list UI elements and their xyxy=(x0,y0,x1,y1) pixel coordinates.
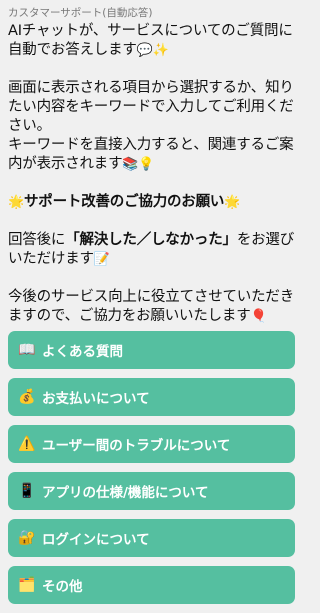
feedback-text-a: 回答後に xyxy=(8,232,66,248)
star-icon: 🌟 xyxy=(224,195,241,210)
menu-button-app-features[interactable]: 📱 アプリの仕様/機能について xyxy=(8,472,295,510)
support-request-heading: 🌟サポート改善のご協力のお願い🌟 xyxy=(8,193,297,212)
lock-key-icon: 🔐 xyxy=(18,530,36,546)
books-bulb-icon: 📚💡 xyxy=(122,157,155,172)
star-icon: 🌟 xyxy=(8,195,24,210)
menu-button-faq[interactable]: 📖 よくある質問 xyxy=(8,331,295,369)
message-paragraph-instructions: 画面に表示される項目から選択するか、知りたい内容をキーワードで入力してご利用くだ… xyxy=(8,79,297,174)
menu-button-label: ログインについて xyxy=(42,532,150,548)
message-paragraph-intro: AIチャットが、サービスについてのご質問に自動でお答えします💬✨ xyxy=(8,22,297,60)
smartphone-icon: 📱 xyxy=(18,483,36,499)
menu-button-label: お支払いについて xyxy=(42,391,150,407)
menu-button-label: よくある質問 xyxy=(42,344,123,360)
chat-screen: カスタマーサポート(自動応答) AIチャットが、サービスについてのご質問に自動で… xyxy=(0,0,303,613)
book-icon: 📖 xyxy=(18,342,36,358)
feedback-text-b: 「解決した／しなかった」 xyxy=(65,232,237,248)
balloon-icon: 🎈 xyxy=(250,309,267,324)
menu-button-label: ユーザー間のトラブルについて xyxy=(42,438,231,454)
warning-icon: ⚠️ xyxy=(18,436,36,452)
message-paragraph-feedback: 回答後に「解決した／しなかった」をお選びいただけます📝 xyxy=(8,231,297,269)
menu-button-other[interactable]: 🗂️ その他 xyxy=(8,566,295,604)
support-request-text: サポート改善のご協力のお願い xyxy=(24,194,225,210)
bot-message: AIチャットが、サービスについてのご質問に自動でお答えします💬✨ 画面に表示され… xyxy=(8,22,297,326)
quick-reply-menu: 📖 よくある質問 💰 お支払いについて ⚠️ ユーザー間のトラブルについて 📱 アプリの… xyxy=(8,331,295,613)
menu-button-label: アプリの仕様/機能について xyxy=(42,485,209,501)
memo-icon: 📝 xyxy=(93,252,110,267)
menu-button-user-trouble[interactable]: ⚠️ ユーザー間のトラブルについて xyxy=(8,425,295,463)
card-index-icon: 🗂️ xyxy=(18,577,36,593)
message-paragraph-thanks: 今後のサービス向上に役立てさせていただきますので、ご協力をお願いいたします🎈 xyxy=(8,288,297,326)
money-bag-icon: 💰 xyxy=(18,389,36,405)
sender-name: カスタマーサポート(自動応答) xyxy=(8,7,153,19)
speech-bubble-sparkles-icon: 💬✨ xyxy=(136,43,169,58)
instructions-text: 画面に表示される項目から選択するか、知りたい内容をキーワードで入力してご利用くだ… xyxy=(8,80,294,134)
menu-button-payment[interactable]: 💰 お支払いについて xyxy=(8,378,295,416)
menu-button-login[interactable]: 🔐 ログインについて xyxy=(8,519,295,557)
menu-button-label: その他 xyxy=(42,579,83,595)
